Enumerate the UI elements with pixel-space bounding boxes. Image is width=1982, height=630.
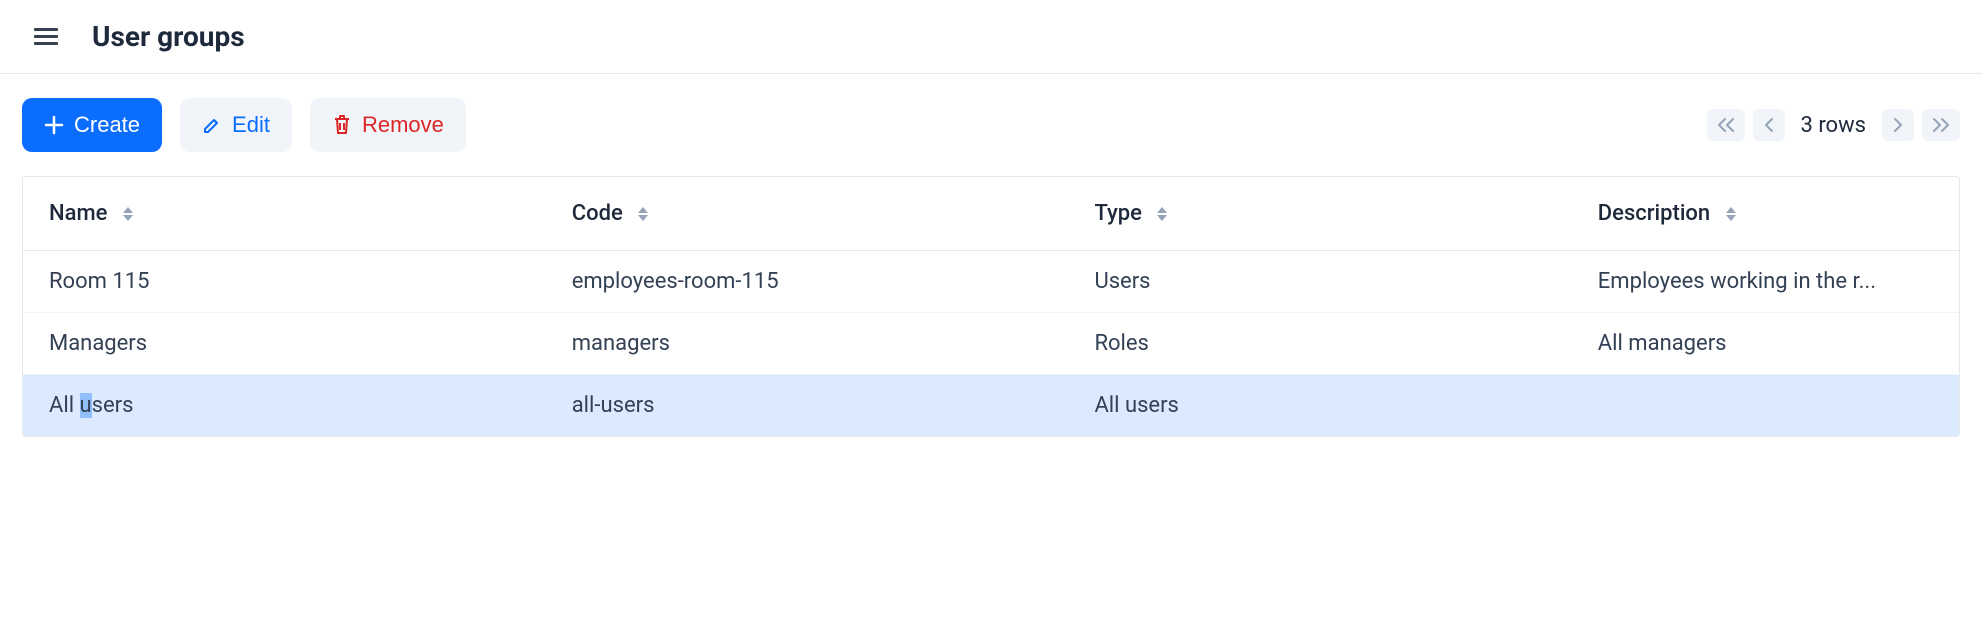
edit-button-label: Edit	[232, 112, 270, 138]
cell-description	[1572, 375, 1959, 437]
table-row[interactable]: All usersall-usersAll users	[23, 375, 1959, 437]
column-header-description[interactable]: Description	[1572, 177, 1959, 251]
cell-type: Roles	[1068, 313, 1571, 375]
chevron-double-left-icon	[1717, 117, 1735, 133]
column-header-type[interactable]: Type	[1068, 177, 1571, 251]
cell-type: Users	[1068, 251, 1571, 313]
sort-icon	[1726, 207, 1736, 221]
cell-name: All users	[23, 375, 546, 437]
prev-page-button[interactable]	[1753, 109, 1785, 141]
column-header-code[interactable]: Code	[546, 177, 1069, 251]
chevron-right-icon	[1892, 117, 1904, 133]
create-button-label: Create	[74, 112, 140, 138]
column-header-type-label: Type	[1094, 201, 1142, 226]
column-header-name-label: Name	[49, 201, 107, 226]
sort-icon	[123, 207, 133, 221]
trash-icon	[332, 114, 352, 136]
table-row[interactable]: ManagersmanagersRolesAll managers	[23, 313, 1959, 375]
first-page-button[interactable]	[1707, 109, 1745, 141]
cell-name: Managers	[23, 313, 546, 375]
chevron-left-icon	[1763, 117, 1775, 133]
edit-button[interactable]: Edit	[180, 98, 292, 152]
page-title: User groups	[92, 20, 245, 53]
cell-type: All users	[1068, 375, 1571, 437]
cell-code: employees-room-115	[546, 251, 1069, 313]
user-groups-table: Name Code Type Description Room 115emplo…	[23, 177, 1959, 436]
cell-description: Employees working in the r...	[1572, 251, 1959, 313]
table-container: Name Code Type Description Room 115emplo…	[22, 176, 1960, 437]
hamburger-menu-icon[interactable]	[30, 24, 62, 49]
cell-code: all-users	[546, 375, 1069, 437]
next-page-button[interactable]	[1882, 109, 1914, 141]
pagination: 3 rows	[1707, 109, 1961, 141]
header: User groups	[0, 0, 1982, 74]
table-row[interactable]: Room 115employees-room-115UsersEmployees…	[23, 251, 1959, 313]
row-count: 3 rows	[1793, 113, 1875, 138]
create-button[interactable]: Create	[22, 98, 162, 152]
column-header-description-label: Description	[1598, 201, 1710, 226]
remove-button[interactable]: Remove	[310, 98, 466, 152]
cell-name: Room 115	[23, 251, 546, 313]
cell-description: All managers	[1572, 313, 1959, 375]
sort-icon	[638, 207, 648, 221]
toolbar: Create Edit Remove 3 rows	[0, 74, 1982, 176]
column-header-code-label: Code	[572, 201, 623, 226]
column-header-name[interactable]: Name	[23, 177, 546, 251]
plus-icon	[44, 115, 64, 135]
sort-icon	[1157, 207, 1167, 221]
chevron-double-right-icon	[1932, 117, 1950, 133]
pencil-icon	[202, 115, 222, 135]
cell-code: managers	[546, 313, 1069, 375]
remove-button-label: Remove	[362, 112, 444, 138]
last-page-button[interactable]	[1922, 109, 1960, 141]
